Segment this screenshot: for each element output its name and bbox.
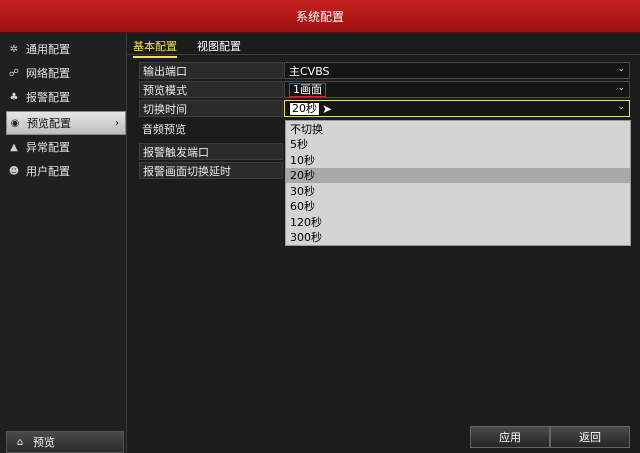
sidebar-item-alarm[interactable]: ♣ 报警配置	[6, 86, 124, 108]
preview-button-label: 预览	[33, 436, 55, 449]
sidebar-item-label: 网络配置	[26, 67, 70, 80]
sidebar-item-users[interactable]: ☻ 用户配置	[6, 160, 124, 182]
alarm-trigger-port-label: 报警触发端口	[139, 143, 283, 160]
chevron-down-icon: ⌄	[617, 102, 625, 112]
network-icon: ☍	[8, 67, 20, 79]
dropdown-option[interactable]: 10秒	[286, 152, 630, 168]
dropdown-option[interactable]: 不切换	[286, 121, 630, 137]
output-port-select[interactable]: 主CVBS ⌄	[284, 62, 630, 79]
alarm-switch-delay-label: 报警画面切换延时	[139, 162, 283, 179]
dropdown-option[interactable]: 300秒	[286, 230, 630, 246]
tab-divider	[127, 54, 640, 55]
back-button[interactable]: 返回	[550, 426, 630, 448]
dropdown-option[interactable]: 120秒	[286, 214, 630, 230]
gear-icon: ✲	[9, 43, 19, 55]
dropdown-option-selected[interactable]: 20秒	[286, 167, 630, 183]
dropdown-option[interactable]: 60秒	[286, 199, 630, 215]
home-icon: ⌂	[16, 436, 24, 448]
preview-mode-select[interactable]: 1画面 ⌄	[284, 81, 630, 98]
eye-icon: ◉	[10, 117, 20, 129]
sidebar: ✲ 通用配置 ☍ 网络配置 ♣ 报警配置 ◉ 预览配置 › ▲ 异常配置 ☻ 用…	[0, 33, 127, 453]
window-title: 系统配置	[0, 0, 640, 33]
switch-time-select[interactable]: 20秒 ⌄	[284, 100, 630, 117]
sidebar-item-exception[interactable]: ▲ 异常配置	[6, 136, 124, 158]
sidebar-item-general[interactable]: ✲ 通用配置	[6, 38, 124, 60]
chevron-down-icon: ⌄	[617, 83, 625, 93]
preview-button[interactable]: ⌂ 预览	[6, 431, 124, 453]
sidebar-item-label: 通用配置	[26, 43, 70, 56]
chevron-right-icon: ›	[115, 117, 119, 129]
audio-preview-label: 音频预览	[142, 122, 186, 136]
warning-icon: ▲	[10, 141, 18, 153]
output-port-value: 主CVBS	[289, 64, 330, 78]
switch-time-value: 20秒	[289, 101, 320, 116]
switch-time-dropdown: 不切换 5秒 10秒 20秒 30秒 60秒 120秒 300秒	[285, 120, 631, 246]
dropdown-option[interactable]: 5秒	[286, 137, 630, 153]
sidebar-item-preview[interactable]: ◉ 预览配置 ›	[6, 111, 126, 135]
sidebar-item-label: 预览配置	[27, 117, 71, 130]
sidebar-item-label: 用户配置	[26, 165, 70, 178]
switch-time-label: 切换时间	[139, 100, 283, 117]
alarm-icon: ♣	[9, 91, 19, 103]
preview-mode-label: 预览模式	[139, 81, 283, 98]
output-port-label: 输出端口	[139, 62, 283, 79]
preview-mode-value: 1画面	[289, 82, 326, 97]
sidebar-item-label: 报警配置	[26, 91, 70, 104]
sidebar-item-network[interactable]: ☍ 网络配置	[6, 62, 124, 84]
users-icon: ☻	[8, 165, 20, 177]
chevron-down-icon: ⌄	[617, 64, 625, 74]
sidebar-item-label: 异常配置	[26, 141, 70, 154]
apply-button[interactable]: 应用	[470, 426, 550, 448]
mouse-cursor-icon: ➤	[322, 102, 333, 116]
config-window: 系统配置 ✲ 通用配置 ☍ 网络配置 ♣ 报警配置 ◉ 预览配置 › ▲ 异常配…	[0, 0, 640, 453]
dropdown-option[interactable]: 30秒	[286, 183, 630, 199]
